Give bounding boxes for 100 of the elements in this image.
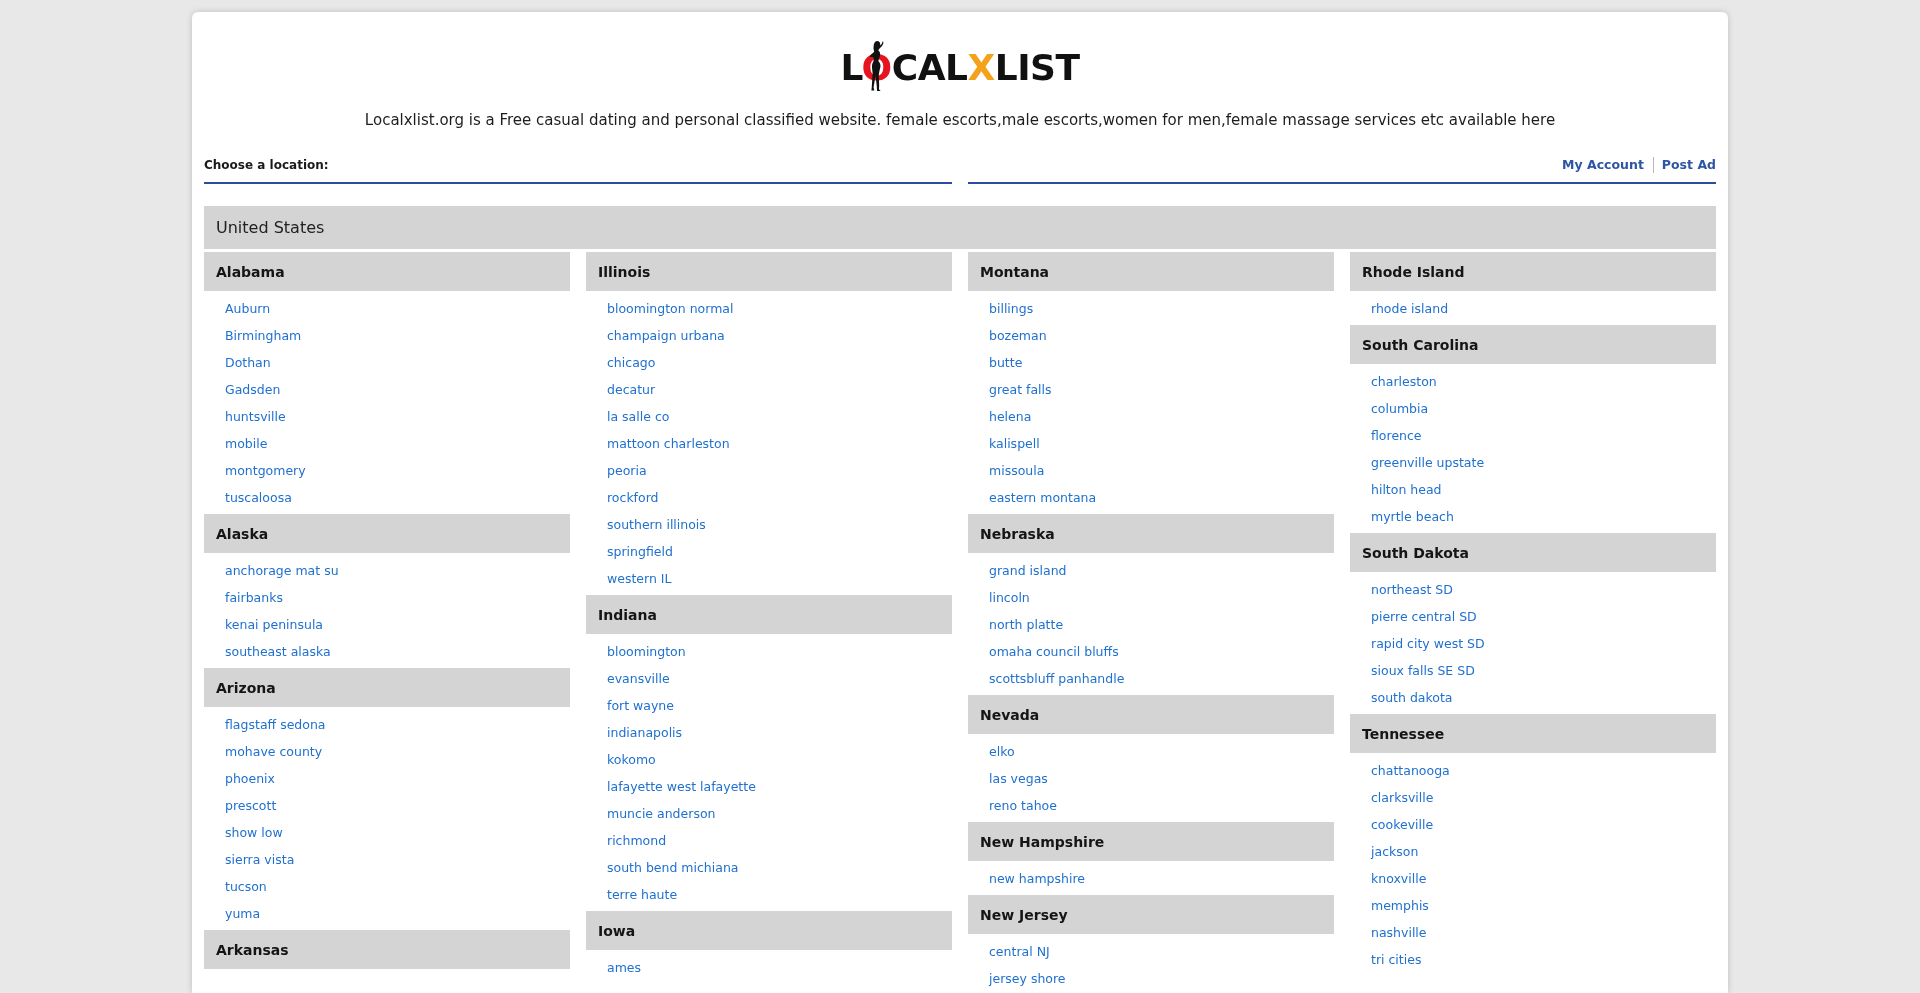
city-link[interactable]: south bend michiana [607, 860, 739, 875]
city-link[interactable]: richmond [607, 833, 667, 848]
state-heading: New Jersey [968, 895, 1334, 934]
choose-location-label: Choose a location: [204, 157, 329, 174]
city-link[interactable]: central NJ [989, 944, 1050, 959]
state-heading: Rhode Island [1350, 252, 1716, 291]
city-link[interactable]: decatur [607, 382, 656, 397]
city-link[interactable]: eastern montana [989, 490, 1097, 505]
state-heading: Alaska [204, 514, 570, 553]
city-link[interactable]: north platte [989, 617, 1064, 632]
city-link[interactable]: flagstaff sedona [225, 717, 326, 732]
city-link[interactable]: terre haute [607, 887, 678, 902]
city-link[interactable]: clarksville [1371, 790, 1434, 805]
city-link[interactable]: las vegas [989, 771, 1048, 786]
city-link[interactable]: Dothan [225, 355, 271, 370]
city-link[interactable]: billings [989, 301, 1034, 316]
city-link[interactable]: bloomington [607, 644, 686, 659]
city-link[interactable]: yuma [225, 906, 261, 921]
city-link[interactable]: kenai peninsula [225, 617, 324, 632]
state-heading: Tennessee [1350, 714, 1716, 753]
city-link[interactable]: Gadsden [225, 382, 281, 397]
city-link[interactable]: rockford [607, 490, 659, 505]
city-link[interactable]: bloomington normal [607, 301, 734, 316]
city-link[interactable]: nashville [1371, 925, 1427, 940]
city-link[interactable]: Birmingham [225, 328, 302, 343]
city-link[interactable]: butte [989, 355, 1023, 370]
city-link[interactable]: western IL [607, 571, 672, 586]
city-link[interactable]: memphis [1371, 898, 1429, 913]
state-heading: Montana [968, 252, 1334, 291]
state-heading: South Carolina [1350, 325, 1716, 364]
city-link[interactable]: mobile [225, 436, 268, 451]
city-link[interactable]: bozeman [989, 328, 1047, 343]
city-link[interactable]: champaign urbana [607, 328, 725, 343]
state-heading: New Hampshire [968, 822, 1334, 861]
city-link[interactable]: Auburn [225, 301, 271, 316]
city-link[interactable]: kokomo [607, 752, 656, 767]
tagline-text: Localxlist.org is a Free casual dating and personal classified website. female escorts,male escorts,women for men,female massage services etc available here [363, 110, 1557, 131]
city-link[interactable]: pierre central SD [1371, 609, 1477, 624]
city-link[interactable]: charleston [1371, 374, 1437, 389]
state-heading: Arizona [204, 668, 570, 707]
city-link[interactable]: grand island [989, 563, 1067, 578]
city-link[interactable]: prescott [225, 798, 277, 813]
city-link[interactable]: sioux falls SE SD [1371, 663, 1475, 678]
city-link[interactable]: anchorage mat su [225, 563, 339, 578]
city-link[interactable]: rhode island [1371, 301, 1449, 316]
city-link[interactable]: chicago [607, 355, 656, 370]
city-link[interactable]: peoria [607, 463, 647, 478]
city-link[interactable]: huntsville [225, 409, 286, 424]
city-link[interactable]: springfield [607, 544, 673, 559]
city-link[interactable]: greenville upstate [1371, 455, 1485, 470]
city-link[interactable]: southeast alaska [225, 644, 331, 659]
city-link[interactable]: mohave county [225, 744, 323, 759]
city-link[interactable]: indianapolis [607, 725, 683, 740]
city-link[interactable]: ames [607, 960, 642, 975]
city-link[interactable]: columbia [1371, 401, 1429, 416]
city-link[interactable]: evansville [607, 671, 670, 686]
city-link[interactable]: myrtle beach [1371, 509, 1454, 524]
nav-link[interactable]: My Account [1562, 156, 1644, 174]
city-link[interactable]: hilton head [1371, 482, 1442, 497]
city-link[interactable]: lincoln [989, 590, 1030, 605]
country-heading: United States [204, 206, 1716, 249]
city-link[interactable]: phoenix [225, 771, 275, 786]
nav-link[interactable]: Post Ad [1661, 156, 1716, 174]
city-link[interactable]: sierra vista [225, 852, 295, 867]
city-link[interactable]: missoula [989, 463, 1045, 478]
city-link[interactable]: la salle co [607, 409, 670, 424]
city-link[interactable]: cookeville [1371, 817, 1434, 832]
city-link[interactable]: rapid city west SD [1371, 636, 1485, 651]
city-link[interactable]: lafayette west lafayette [607, 779, 756, 794]
city-link[interactable]: florence [1371, 428, 1422, 443]
city-link[interactable]: fairbanks [225, 590, 283, 605]
city-link[interactable]: muncie anderson [607, 806, 716, 821]
state-heading: South Dakota [1350, 533, 1716, 572]
city-link[interactable]: new hampshire [989, 871, 1085, 886]
city-link[interactable]: kalispell [989, 436, 1040, 451]
city-link[interactable]: south dakota [1371, 690, 1453, 705]
city-link[interactable]: montgomery [225, 463, 306, 478]
city-link[interactable]: omaha council bluffs [989, 644, 1119, 659]
city-link[interactable]: fort wayne [607, 698, 674, 713]
city-link[interactable]: knoxville [1371, 871, 1427, 886]
city-link[interactable]: northeast SD [1371, 582, 1453, 597]
state-heading: Iowa [586, 911, 952, 950]
city-link[interactable]: elko [989, 744, 1015, 759]
state-heading: Nebraska [968, 514, 1334, 553]
city-link[interactable]: tuscaloosa [225, 490, 292, 505]
city-link[interactable]: reno tahoe [989, 798, 1057, 813]
state-heading: Indiana [586, 595, 952, 634]
city-link[interactable]: southern illinois [607, 517, 706, 532]
city-link[interactable]: jackson [1371, 844, 1419, 859]
city-link[interactable]: helena [989, 409, 1032, 424]
city-link[interactable]: show low [225, 825, 283, 840]
city-link[interactable]: jersey shore [989, 971, 1066, 986]
city-link[interactable]: tucson [225, 879, 267, 894]
city-link[interactable]: scottsbluff panhandle [989, 671, 1125, 686]
city-link[interactable]: tri cities [1371, 952, 1422, 967]
state-heading: Nevada [968, 695, 1334, 734]
city-link[interactable]: chattanooga [1371, 763, 1450, 778]
state-heading: Illinois [586, 252, 952, 291]
city-link[interactable]: mattoon charleston [607, 436, 730, 451]
city-link[interactable]: great falls [989, 382, 1052, 397]
